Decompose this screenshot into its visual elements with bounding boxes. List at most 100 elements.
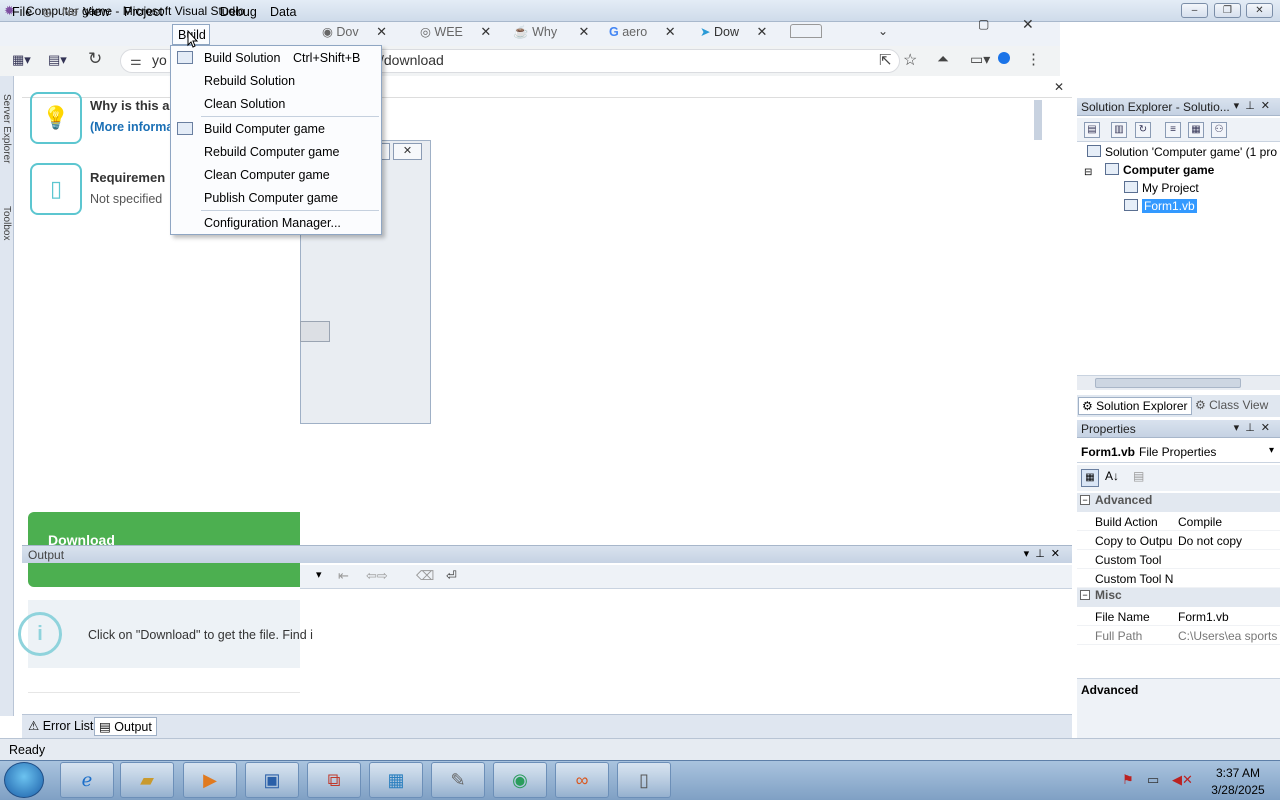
tree-my-project[interactable]: My Project xyxy=(1124,181,1199,199)
menu-item-rebuild-solution[interactable]: Rebuild Solution xyxy=(171,70,381,92)
toolbar-layout-icon[interactable]: ▦▾ xyxy=(12,52,31,68)
tab-error-list[interactable]: ⚠ Error List xyxy=(24,717,97,736)
tab-solution-explorer[interactable]: ⚙ Solution Explorer xyxy=(1078,397,1192,415)
tray-flag-icon[interactable]: ⚑ xyxy=(1122,772,1134,788)
menu-item-build-solution[interactable]: Build Solution Ctrl+Shift+B xyxy=(171,47,381,69)
computer-icon[interactable]: ▣ xyxy=(245,762,299,798)
property-value[interactable]: Do not copy xyxy=(1178,534,1280,548)
close-button[interactable]: ✕ xyxy=(1246,3,1273,18)
browser-tab-4-close[interactable]: ✕ xyxy=(665,24,676,39)
property-row[interactable]: Build Action Compile xyxy=(1077,512,1280,531)
toolbox-tab[interactable]: Toolbox xyxy=(1,206,12,240)
property-row[interactable]: Copy to Outpu Do not copy xyxy=(1077,531,1280,550)
chrome-icon[interactable]: ◉ xyxy=(493,762,547,798)
reload-icon[interactable]: ↻ xyxy=(88,49,102,69)
view-code-icon[interactable]: ≡ xyxy=(1165,122,1181,138)
file-explorer-icon[interactable]: ▰ xyxy=(120,762,174,798)
property-value[interactable]: Form1.vb xyxy=(1178,610,1280,624)
menu-item-build-project[interactable]: Build Computer game xyxy=(171,118,381,140)
category-advanced[interactable]: − Advanced xyxy=(1077,493,1280,512)
server-explorer-tab[interactable]: Server Explorer xyxy=(1,94,12,163)
refresh-icon[interactable]: ↻ xyxy=(1135,122,1151,138)
properties-icon[interactable]: ▤ xyxy=(1084,122,1100,138)
tab-list-chevron-icon[interactable]: ⌄ xyxy=(878,24,888,38)
toolbar-grid-icon[interactable]: ▤▾ xyxy=(48,52,67,68)
tree-project[interactable]: Computer game xyxy=(1105,163,1214,181)
browser-tab-1[interactable]: ◉ Dov ✕ xyxy=(322,24,387,46)
collapse-icon[interactable]: ⊟ xyxy=(1084,167,1092,178)
category-misc[interactable]: − Misc xyxy=(1077,588,1280,607)
properties-controls[interactable]: ▾⊥✕ xyxy=(1234,421,1276,434)
new-tab-icon[interactable]: ⊕ xyxy=(42,5,52,20)
menu-project[interactable]: Project xyxy=(124,5,163,19)
profile-avatar[interactable] xyxy=(998,52,1010,64)
tree-form1[interactable]: Form1.vb xyxy=(1124,199,1197,217)
media-control-icon[interactable]: ▭▾ xyxy=(970,51,990,68)
property-value[interactable]: C:\Users\ea sports i xyxy=(1178,629,1280,643)
output-source-dropdown-icon[interactable]: ▾ xyxy=(316,568,322,581)
browser-tab-2[interactable]: ◎ WEE ✕ xyxy=(420,24,491,46)
media-player-icon[interactable]: ▶ xyxy=(183,762,237,798)
go-to-previous-icon[interactable]: ⇦⇨ xyxy=(366,568,388,584)
menu-data[interactable]: Data xyxy=(270,5,296,19)
browser-tab-2-close[interactable]: ✕ xyxy=(480,24,491,39)
clock[interactable]: 3:37 AM 3/28/2025 xyxy=(1200,765,1276,799)
more-info-link[interactable]: (More informa xyxy=(90,120,173,134)
tools-icon[interactable]: ✎ xyxy=(431,762,485,798)
class-diagram-icon[interactable]: ⚇ xyxy=(1211,122,1227,138)
menu-item-configuration-manager[interactable]: Configuration Manager... xyxy=(171,212,381,234)
browser-tab-3[interactable]: ☕ Why ✕ xyxy=(513,24,589,46)
menu-item-clean-project[interactable]: Clean Computer game xyxy=(171,164,381,186)
clear-all-icon[interactable]: ⌫ xyxy=(416,568,434,584)
more-menu-icon[interactable]: ⋮ xyxy=(1026,50,1041,68)
browser-tab-1-close[interactable]: ✕ xyxy=(376,24,387,39)
minimize-button[interactable]: ‒ xyxy=(1181,3,1208,18)
property-row[interactable]: File Name Form1.vb xyxy=(1077,607,1280,626)
output-text-area[interactable] xyxy=(300,590,1072,714)
scroll-thumb[interactable] xyxy=(1095,378,1241,388)
solution-explorer-scrollbar[interactable] xyxy=(1077,375,1280,390)
menu-debug[interactable]: Debug xyxy=(220,5,257,19)
browser-tab-5[interactable]: ➤ Dow ✕ xyxy=(700,24,767,46)
internet-explorer-icon[interactable]: ℯ xyxy=(60,762,114,798)
show-all-files-icon[interactable]: ▥ xyxy=(1111,122,1127,138)
form-close-button[interactable]: ✕ xyxy=(393,143,422,160)
output-panel-controls[interactable]: ▾⊥✕ xyxy=(1024,547,1066,560)
site-info-icon[interactable]: ⚌ xyxy=(130,53,142,69)
tray-network-icon[interactable]: ▭ xyxy=(1147,772,1159,788)
document-icon[interactable]: ▯ xyxy=(617,762,671,798)
toolbox-app-icon[interactable]: ⧉ xyxy=(307,762,361,798)
labs-flask-icon[interactable]: ⏶ xyxy=(937,51,949,68)
browser-maximize-icon[interactable]: ▢ xyxy=(978,17,989,31)
property-row[interactable]: Full Path C:\Users\ea sports i xyxy=(1077,626,1280,645)
solution-explorer-controls[interactable]: ▾⊥✕ xyxy=(1234,99,1276,112)
menu-file[interactable]: File xyxy=(12,5,32,19)
find-message-icon[interactable]: ⇤ xyxy=(338,568,349,584)
collapse-icon[interactable]: − xyxy=(1080,495,1090,505)
visual-studio-taskbar-icon[interactable]: ∞ xyxy=(555,762,609,798)
menu-new-partial[interactable]: Ne xyxy=(62,5,78,19)
tray-volume-icon[interactable]: ◀✕ xyxy=(1172,772,1193,788)
view-designer-icon[interactable]: ▦ xyxy=(1188,122,1204,138)
property-value[interactable]: Compile xyxy=(1178,515,1280,529)
new-browser-tab-button[interactable] xyxy=(790,24,822,38)
menu-item-clean-solution[interactable]: Clean Solution xyxy=(171,93,381,115)
browser-tab-3-close[interactable]: ✕ xyxy=(579,24,590,39)
menu-item-rebuild-project[interactable]: Rebuild Computer game xyxy=(171,141,381,163)
editor-scrollbar[interactable] xyxy=(1034,100,1042,140)
browser-close-icon[interactable]: ✕ xyxy=(1022,16,1034,33)
property-row[interactable]: Custom Tool N xyxy=(1077,569,1280,588)
bookmark-star-icon[interactable]: ☆ xyxy=(903,50,917,70)
maximize-button[interactable]: ❐ xyxy=(1214,3,1241,18)
word-wrap-icon[interactable]: ⏎ xyxy=(446,568,457,584)
property-pages-icon[interactable]: ▤ xyxy=(1133,469,1144,483)
editor-close-icon[interactable]: ✕ xyxy=(1054,80,1064,94)
browser-tab-4[interactable]: G aero ✕ xyxy=(609,24,676,46)
network-icon[interactable]: ▦ xyxy=(369,762,423,798)
tab-output[interactable]: ▤ Output xyxy=(94,717,157,736)
properties-object-selector[interactable]: Form1.vb File Properties ▾ xyxy=(1077,441,1280,463)
tree-solution[interactable]: Solution 'Computer game' (1 pro xyxy=(1087,145,1277,163)
start-button[interactable] xyxy=(4,762,44,798)
categorized-icon[interactable]: ▦ xyxy=(1081,469,1099,487)
tab-class-view[interactable]: ⚙ Class View xyxy=(1192,397,1271,413)
